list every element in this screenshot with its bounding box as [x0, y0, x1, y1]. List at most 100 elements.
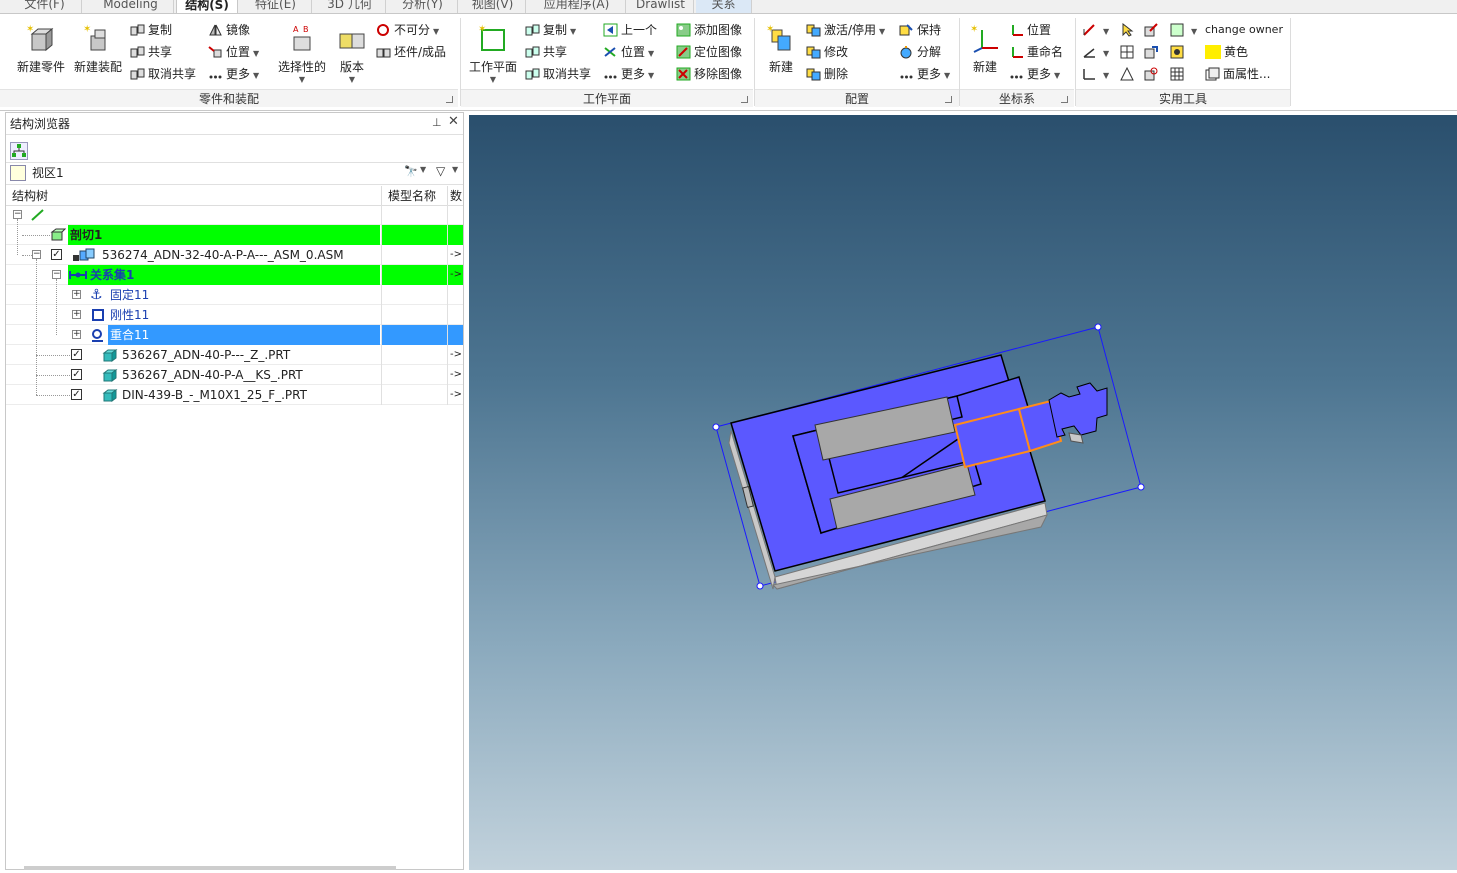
wp-share-button[interactable]: 共享: [525, 42, 567, 62]
delete-button[interactable]: 删除: [806, 64, 848, 84]
tab-drawlist[interactable]: Drawlist: [628, 0, 694, 13]
mirror-button[interactable]: 镜像: [208, 20, 250, 40]
util-box-button[interactable]: ▼: [1170, 20, 1197, 40]
activate-button[interactable]: 激活/停用 ▼: [806, 20, 885, 40]
wp-position-button[interactable]: 位置 ▼: [603, 42, 654, 62]
workplane-launcher-icon[interactable]: [741, 96, 748, 103]
tree-row[interactable]: − 关系集1 ->: [6, 265, 463, 285]
wp-unshare-button[interactable]: 取消共享: [525, 64, 591, 84]
blank-finished-button[interactable]: 坯件/成品: [376, 42, 446, 62]
wp-more-button[interactable]: 更多 ▼: [603, 64, 654, 84]
tree-row[interactable]: ✓ 536267_ADN-40-P-A__KS_.PRT ->: [6, 365, 463, 385]
3d-viewport[interactable]: [469, 115, 1457, 870]
config-more-button[interactable]: 更多 ▼: [899, 64, 950, 84]
horizontal-scrollbar[interactable]: [24, 866, 396, 870]
tab-features[interactable]: 特征(E): [240, 0, 312, 13]
visibility-checkbox[interactable]: ✓: [71, 349, 82, 360]
util-grid-button[interactable]: [1120, 42, 1138, 62]
unshare-part-button[interactable]: 取消共享: [130, 64, 196, 84]
util-distance-button[interactable]: ▼: [1082, 64, 1109, 84]
close-icon[interactable]: ✕: [448, 114, 459, 129]
util-table-button[interactable]: [1170, 64, 1188, 84]
util-angle-button[interactable]: ▼: [1082, 42, 1109, 62]
share-part-button[interactable]: 共享: [130, 42, 172, 62]
workplane-button[interactable]: ✶ 工作平面 ▼: [464, 20, 522, 86]
parts-launcher-icon[interactable]: [446, 96, 453, 103]
column-header-number[interactable]: 数: [448, 186, 463, 206]
pin-icon[interactable]: ⊥: [432, 116, 442, 129]
coord-launcher-icon[interactable]: [1061, 96, 1068, 103]
tree-row-link-arrow[interactable]: ->: [450, 385, 462, 405]
collapse-icon[interactable]: −: [32, 250, 41, 259]
collapse-icon[interactable]: −: [13, 210, 22, 219]
coord-position-button[interactable]: 位置: [1009, 20, 1051, 40]
expand-icon[interactable]: +: [72, 310, 81, 319]
wp-prev-button[interactable]: 上一个: [603, 20, 657, 40]
tree-view-button[interactable]: [10, 142, 28, 160]
tree-row-link-arrow[interactable]: ->: [450, 345, 462, 365]
tab-view[interactable]: 视图(V): [460, 0, 526, 13]
not-available-button[interactable]: 不可分 ▼: [376, 20, 439, 40]
tree-row-selected[interactable]: + 重合11: [6, 325, 463, 345]
column-header-tree[interactable]: 结构树: [6, 186, 382, 206]
locate-image-button[interactable]: 定位图像: [676, 42, 742, 62]
util-transfer-button[interactable]: [1144, 42, 1162, 62]
visibility-checkbox[interactable]: ✓: [51, 249, 62, 260]
color-yellow-button[interactable]: 黄色: [1205, 42, 1248, 62]
filter-dropdown-icon[interactable]: ▼: [452, 165, 458, 174]
more-parts-button[interactable]: 更多 ▼: [208, 64, 259, 84]
tree-row[interactable]: ✓ 536267_ADN-40-P---_Z_.PRT ->: [6, 345, 463, 365]
tree-row[interactable]: 剖切1: [6, 225, 463, 245]
tree-row-link-arrow[interactable]: ->: [450, 365, 462, 385]
tree-row[interactable]: − ✓ 536274_ADN-32-40-A-P-A---_ASM_0.ASM …: [6, 245, 463, 265]
new-assembly-button[interactable]: ✶ 新建装配: [70, 20, 126, 86]
view-selector[interactable]: 视区1: [32, 164, 64, 182]
expand-icon[interactable]: +: [72, 290, 81, 299]
new-part-button[interactable]: ✶ 新建零件: [12, 20, 70, 86]
change-owner-button[interactable]: change owner: [1205, 20, 1283, 40]
selection-handle[interactable]: [1137, 483, 1145, 491]
util-mark-button[interactable]: [1120, 64, 1138, 84]
tab-file[interactable]: 文件(F): [8, 0, 82, 13]
tab-3d-geometry[interactable]: 3D 几何: [314, 0, 386, 13]
collapse-icon[interactable]: −: [52, 270, 61, 279]
expand-icon[interactable]: +: [72, 330, 81, 339]
visibility-checkbox[interactable]: ✓: [71, 369, 82, 380]
util-select-button[interactable]: [1120, 20, 1138, 40]
copy-part-button[interactable]: 复制: [130, 20, 172, 40]
util-paint-button[interactable]: [1170, 42, 1188, 62]
modify-button[interactable]: 修改: [806, 42, 848, 62]
config-new-button[interactable]: ✶ 新建: [760, 20, 802, 86]
tree-row-link-arrow[interactable]: ->: [450, 265, 462, 285]
coord-new-button[interactable]: ✶ 新建: [964, 20, 1006, 86]
version-button[interactable]: 版本 ▼: [334, 20, 370, 86]
tab-analysis[interactable]: 分析(Y): [388, 0, 458, 13]
remove-image-button[interactable]: 移除图像: [676, 64, 742, 84]
column-header-model-name[interactable]: 模型名称: [382, 186, 448, 206]
visibility-checkbox[interactable]: ✓: [71, 389, 82, 400]
keep-button[interactable]: 保持: [899, 20, 941, 40]
binoculars-icon[interactable]: 🔭: [404, 165, 418, 178]
tree-row-root[interactable]: −: [6, 205, 463, 225]
selection-handle[interactable]: [756, 582, 764, 590]
tab-structure[interactable]: 结构(S): [176, 0, 238, 13]
util-refresh-button[interactable]: [1144, 64, 1162, 84]
wp-copy-button[interactable]: 复制 ▼: [525, 20, 576, 40]
tree-row[interactable]: + 刚性11: [6, 305, 463, 325]
coord-rename-button[interactable]: 重命名: [1009, 42, 1063, 62]
config-launcher-icon[interactable]: [945, 96, 952, 103]
face-props-button[interactable]: 面属性...: [1205, 64, 1270, 84]
tab-relations[interactable]: 关系: [696, 0, 752, 13]
tab-applications[interactable]: 应用程序(A): [528, 0, 626, 13]
tab-modeling[interactable]: Modeling: [88, 0, 174, 13]
tree-row[interactable]: ✓ DIN-439-B_-_M10X1_25_F_.PRT ->: [6, 385, 463, 405]
util-measure-button[interactable]: ▼: [1082, 20, 1109, 40]
tree-row-link-arrow[interactable]: ->: [450, 245, 462, 265]
tree-row[interactable]: + ⚓ 固定11: [6, 285, 463, 305]
search-dropdown-icon[interactable]: ▼: [420, 165, 426, 174]
position-part-button[interactable]: 位置 ▼: [208, 42, 259, 62]
selection-handle[interactable]: [712, 423, 720, 431]
filter-icon[interactable]: ▽: [436, 164, 445, 178]
selective-button[interactable]: AB 选择性的 ▼: [272, 20, 332, 86]
explode-button[interactable]: 分解: [899, 42, 941, 62]
